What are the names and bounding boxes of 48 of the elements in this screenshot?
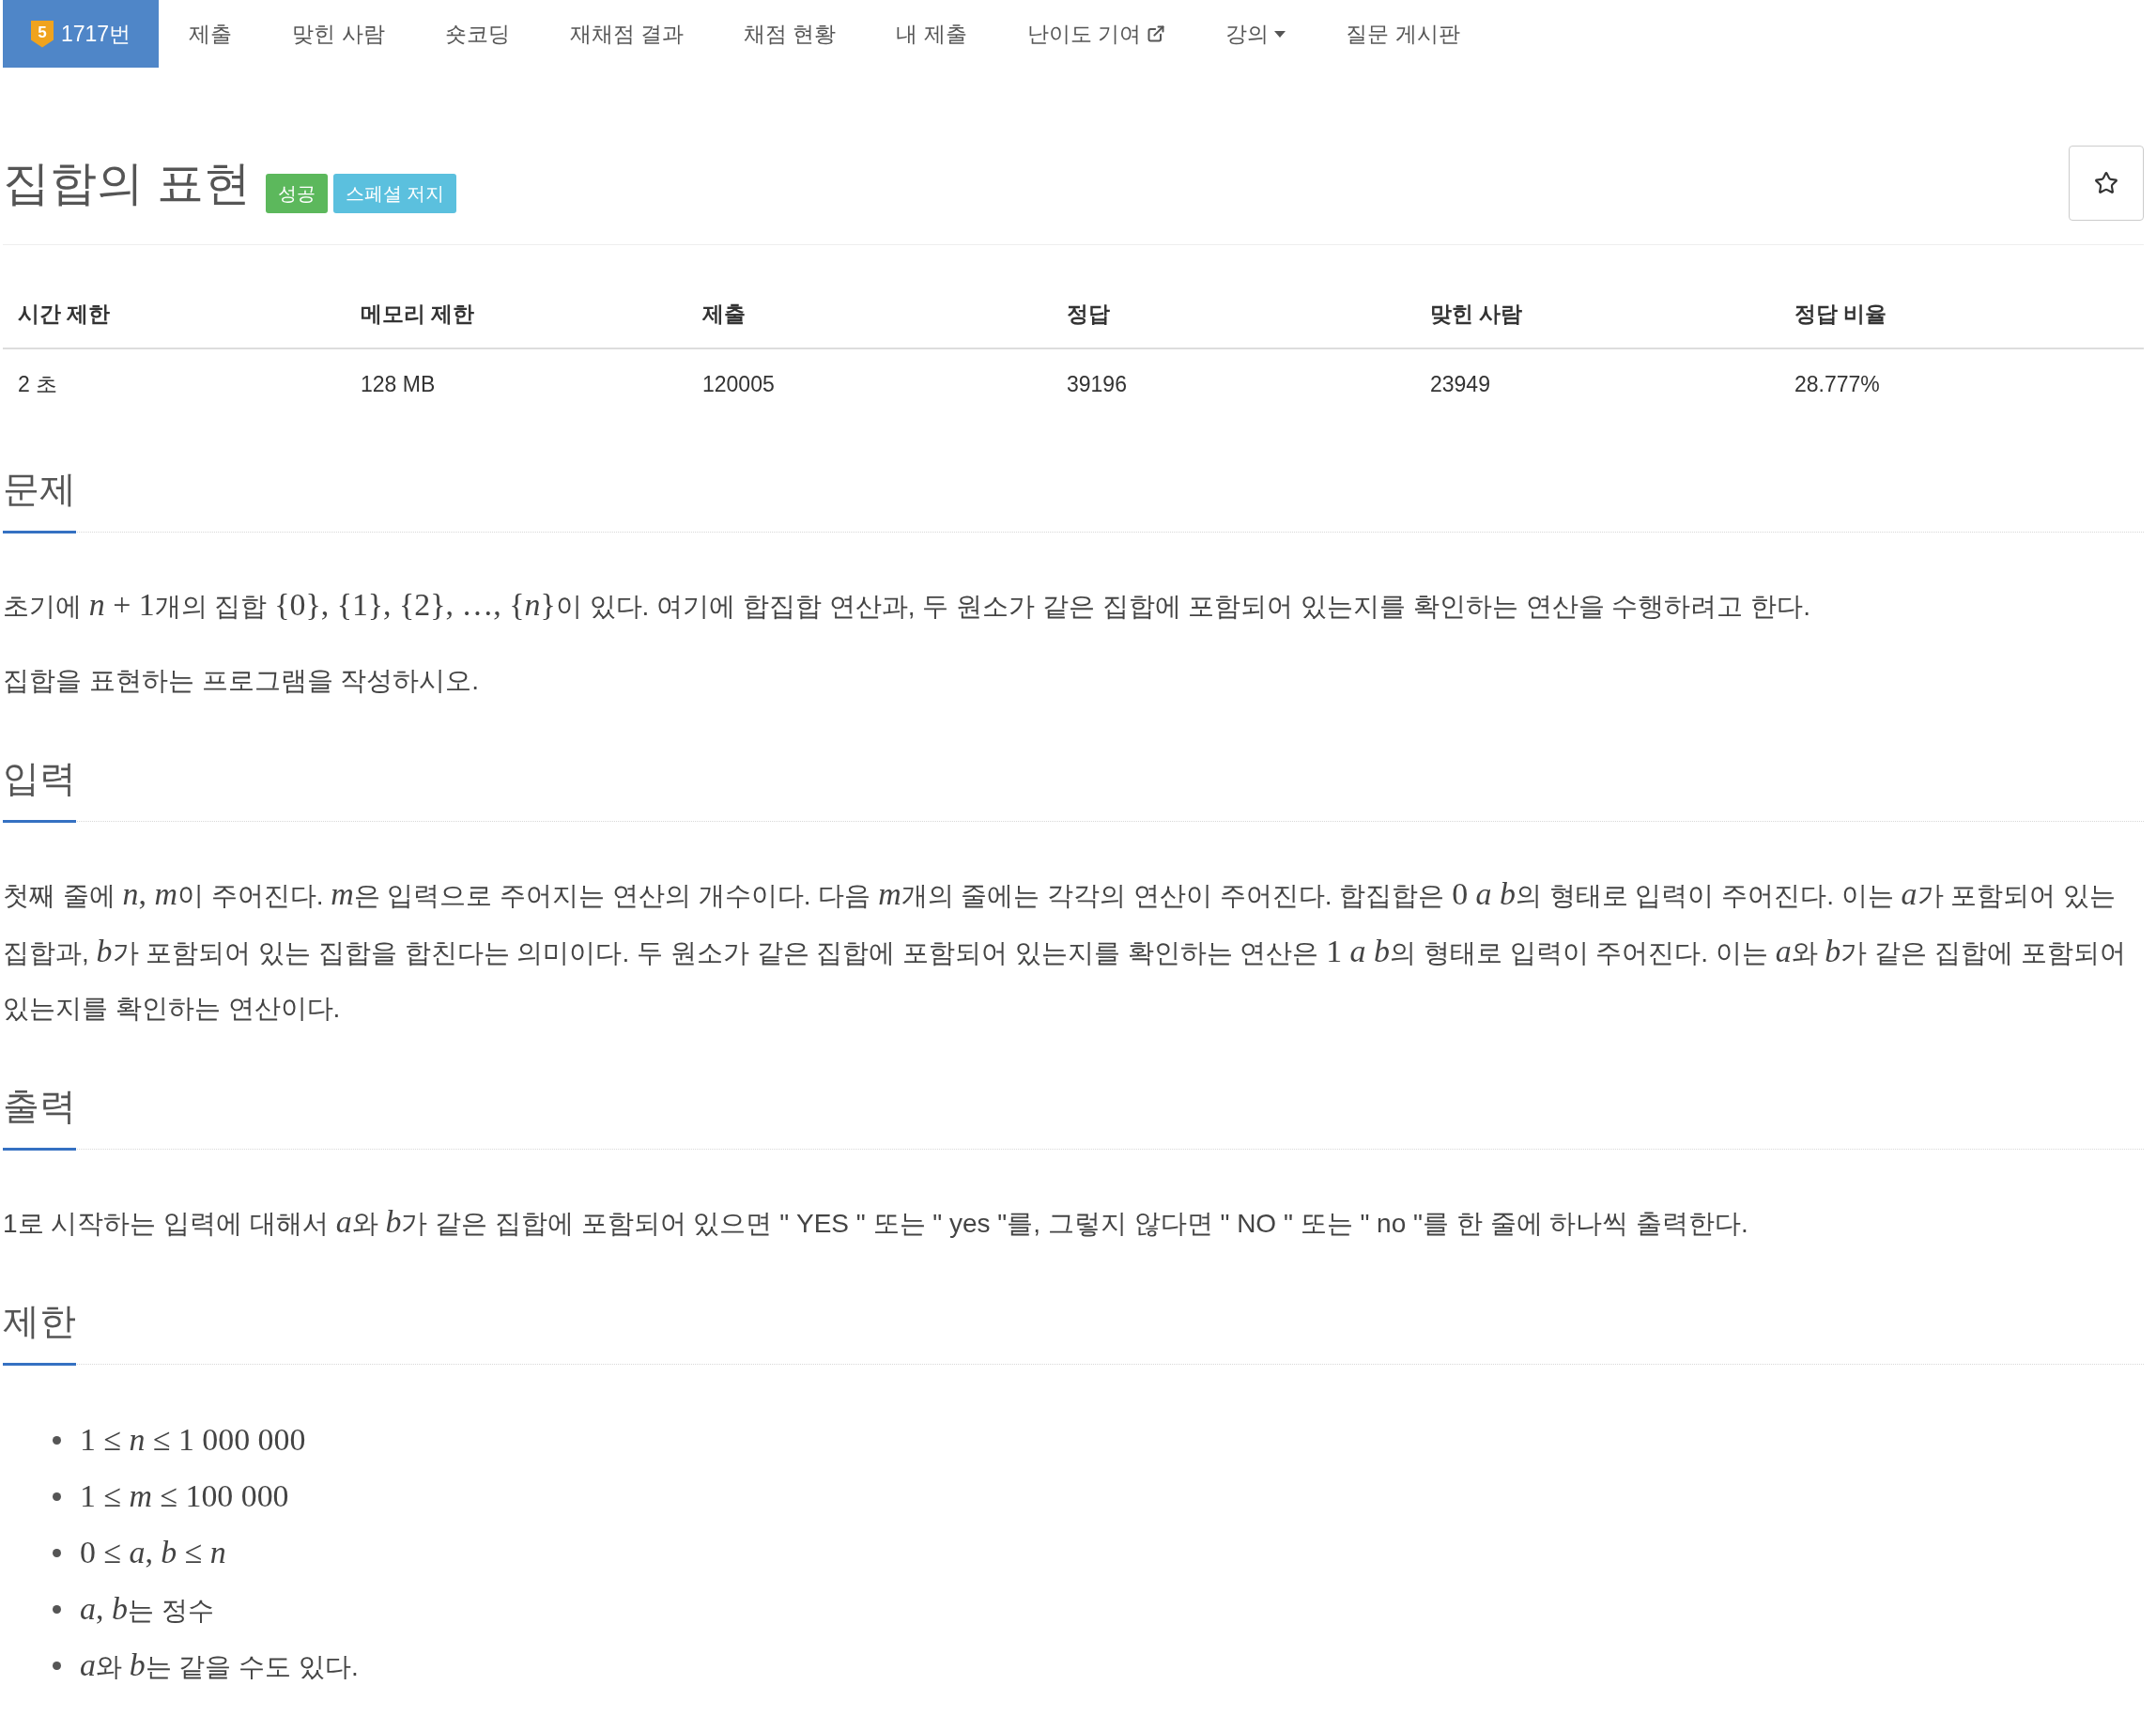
problem-title: 집합의 표현: [3, 157, 251, 209]
bullet-icon: [53, 1548, 61, 1557]
list-item-text: 0 ≤ a, b ≤ n: [80, 1533, 226, 1571]
column-header: 제출: [701, 300, 747, 328]
bullet-icon: [53, 1435, 61, 1445]
star-button[interactable]: [2069, 146, 2144, 221]
tier-badge: 5: [31, 20, 54, 48]
section-heading: 입력: [3, 758, 76, 823]
column-header: 정답: [1066, 300, 1111, 328]
list-item-text: a와 b는 같을 수도 있다.: [80, 1646, 359, 1684]
paragraph: 집합을 표현하는 프로그램을 작성하시오.: [3, 665, 481, 697]
table-cell-text: 2 초: [17, 370, 59, 398]
paragraph: 1로 시작하는 입력에 대해서 a와 b가 같은 집합에 포함되어 있으면 " YES " 또는 " yes "를, 그렇지 않다면 " NO " 또는 " no "를 한 줄에 하나씩 출력한다.: [3, 1203, 1749, 1241]
nav-tab[interactable]: 채점 현황: [713, 0, 867, 68]
bullet-icon: [53, 1492, 61, 1501]
nav-tab[interactable]: 질문 게시판: [1316, 0, 1490, 68]
nav-tab[interactable]: 맞힌 사람: [262, 0, 415, 68]
list-item-text: 1 ≤ m ≤ 100 000: [80, 1476, 289, 1515]
column-header: 시간 제한: [17, 300, 112, 328]
table-cell-text: 128 MB: [360, 370, 437, 398]
nav-tab[interactable]: 내 제출: [866, 0, 997, 68]
table-cell-text: 28.777%: [1794, 370, 1881, 398]
column-header: 정답 비율: [1794, 300, 1888, 328]
nav-tab[interactable]: 재채점 결과: [539, 0, 714, 68]
list-item-text: a, b는 정수: [80, 1589, 214, 1628]
caret-down-icon: [1274, 30, 1286, 38]
bullet-icon: [53, 1661, 61, 1670]
nav-tab[interactable]: 난이도 기여: [996, 0, 1196, 68]
column-header: 맞힌 사람: [1429, 300, 1524, 328]
list-item-text: 1 ≤ n ≤ 1 000 000: [80, 1420, 306, 1459]
nav-tab[interactable]: 5 1717번: [3, 0, 160, 68]
table-cell-text: 120005: [701, 370, 776, 398]
tag: 성공: [265, 174, 328, 213]
section-heading: 문제: [3, 469, 76, 533]
table-cell-text: 39196: [1066, 370, 1128, 398]
section-heading: 출력: [3, 1086, 76, 1151]
paragraph: 초기에 n + 1개의 집합 {0}, {1}, {2}, …, {n}이 있다. 여기에 합집합 연산과, 두 원소가 같은 집합에 포함되어 있는지를 확인하는 연산을 수행하려고 한다.: [3, 586, 1811, 624]
table-cell-text: 23949: [1429, 370, 1491, 398]
star-icon: [2094, 171, 2118, 195]
tag: 스페셜 저지: [332, 174, 457, 213]
nav-tab[interactable]: 숏코딩: [414, 0, 540, 68]
section-heading: 제한: [3, 1301, 76, 1366]
nav-tab[interactable]: 강의: [1195, 0, 1317, 68]
bullet-icon: [53, 1604, 61, 1614]
column-header: 메모리 제한: [360, 300, 476, 328]
nav-tab[interactable]: 제출: [159, 0, 263, 68]
paragraph: 첫째 줄에 n, m이 주어진다. m은 입력으로 주어지는 연산의 개수이다. 다음 m개의 줄에는 각각의 연산이 주어진다. 합집합은 0 a b의 형태로 입력이 주어진다. 이는 a가 포함되어 있는 집합과, b가 포함되어 있는 집합을 합친다는 의미이다. 두 원소가 같은 집합에 포함되어 있는지를 확인하는 연산은 1 a b의 형태로 입력이 주어진다. 이는 a와 b가 같은 집합에 포함되어 있는지를 확인하는 연산이다.: [3, 875, 2127, 1025]
external-link-icon: [1147, 24, 1166, 43]
